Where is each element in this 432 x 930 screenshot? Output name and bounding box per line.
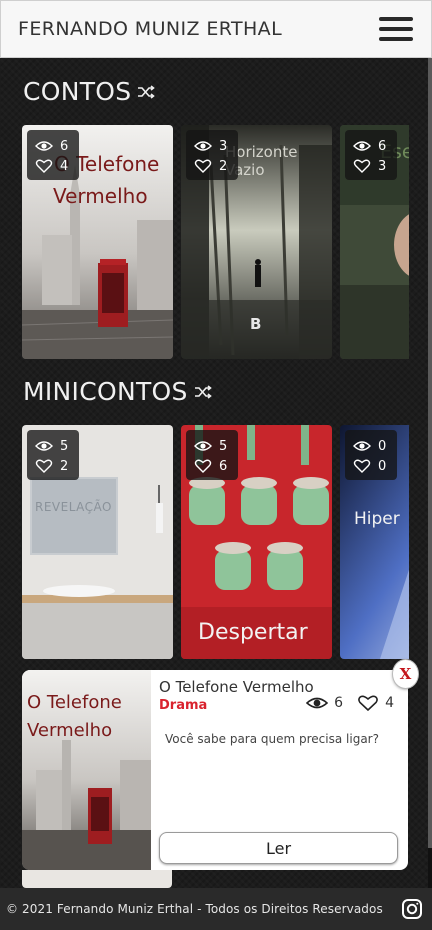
story-card-horizonte-vazio[interactable]: Horizonte Vazio B 3 2	[181, 125, 332, 359]
hamburger-icon[interactable]	[379, 17, 413, 41]
story-card-partial[interactable]: Ese 6 3	[340, 125, 409, 359]
heart-icon[interactable]	[357, 695, 379, 711]
read-button[interactable]: Ler	[159, 832, 398, 864]
popup-cover-title: Vermelho	[27, 720, 113, 741]
site-title[interactable]: FERNANDO MUNIZ ERTHAL	[18, 18, 282, 40]
copyright-text: © 2021 Fernando Muniz Erthal - Todos os …	[6, 902, 383, 916]
heart-icon[interactable]	[35, 159, 53, 173]
instagram-icon[interactable]	[401, 898, 423, 920]
cover-title: Despertar	[198, 620, 308, 645]
cover-title: REVELAÇÃO	[35, 500, 112, 514]
cover-title: Horizonte Vazio	[225, 143, 298, 179]
like-count: 2	[219, 158, 228, 174]
heart-icon[interactable]	[194, 159, 212, 173]
heart-icon[interactable]	[353, 459, 371, 473]
story-card-despertar[interactable]: Despertar 5 6	[181, 425, 332, 659]
popup-genre: Drama	[159, 698, 208, 713]
like-count: 2	[60, 458, 69, 474]
site-footer: © 2021 Fernando Muniz Erthal - Todos os …	[0, 888, 432, 930]
eye-icon	[35, 441, 53, 451]
view-count: 5	[219, 438, 228, 454]
stats-badge: 5 6	[186, 430, 238, 480]
card-edge	[22, 870, 172, 888]
story-preview-popup: O Telefone Vermelho O Telefone Vermelho …	[22, 670, 408, 870]
eye-icon	[353, 141, 371, 151]
like-count: 4	[60, 158, 69, 174]
popup-cover-title: O Telefone	[27, 692, 122, 713]
like-count: 0	[378, 458, 387, 474]
popup-view-count: 6	[334, 695, 344, 711]
view-count: 5	[60, 438, 69, 454]
like-count: 6	[219, 458, 228, 474]
contos-carousel[interactable]: O Telefone Vermelho 6 4 Horizonte Vazio …	[22, 125, 409, 360]
eye-icon	[35, 141, 53, 151]
stats-badge: 5 2	[27, 430, 79, 480]
popup-like-count: 4	[385, 695, 394, 711]
site-header: FERNANDO MUNIZ ERTHAL	[0, 0, 432, 58]
view-count: 0	[378, 438, 387, 454]
cover-logo-mark: B	[250, 315, 262, 333]
section-title-label: MINICONTOS	[23, 377, 188, 406]
eye-icon	[306, 697, 329, 709]
eye-icon	[194, 441, 212, 451]
stats-badge: 0 0	[345, 430, 397, 480]
stats-badge: 6 4	[27, 130, 79, 180]
stats-badge: 3 2	[186, 130, 238, 180]
heart-icon[interactable]	[35, 459, 53, 473]
eye-icon	[194, 141, 212, 151]
cover-title: Hiper	[354, 509, 400, 529]
popup-story-title: O Telefone Vermelho	[159, 678, 314, 696]
section-title-label: CONTOS	[23, 77, 132, 106]
page-scrollbar[interactable]	[428, 58, 432, 888]
cover-title: Vermelho	[53, 184, 148, 208]
view-count: 3	[219, 138, 228, 154]
heart-icon[interactable]	[353, 159, 371, 173]
view-count: 6	[378, 138, 387, 154]
popup-description: Você sabe para quem precisa ligar?	[165, 732, 379, 746]
minicontos-carousel[interactable]: REVELAÇÃO 5 2 Despertar 5 6 Hiper 0 0	[22, 425, 409, 660]
shuffle-icon[interactable]	[194, 384, 212, 400]
view-count: 6	[60, 138, 69, 154]
eye-icon	[353, 441, 371, 451]
heart-icon[interactable]	[194, 459, 212, 473]
section-title-minicontos: MINICONTOS	[23, 377, 212, 406]
popup-stats: 6 4	[306, 695, 394, 711]
like-count: 3	[378, 158, 387, 174]
stats-badge: 6 3	[345, 130, 397, 180]
shuffle-icon[interactable]	[137, 84, 156, 100]
story-card-o-telefone-vermelho[interactable]: O Telefone Vermelho 6 4	[22, 125, 173, 359]
section-title-contos: CONTOS	[23, 77, 156, 106]
story-card-revelacao[interactable]: REVELAÇÃO 5 2	[22, 425, 173, 659]
close-popup-button[interactable]: X	[393, 660, 418, 688]
story-card-partial[interactable]: Hiper 0 0	[340, 425, 409, 659]
